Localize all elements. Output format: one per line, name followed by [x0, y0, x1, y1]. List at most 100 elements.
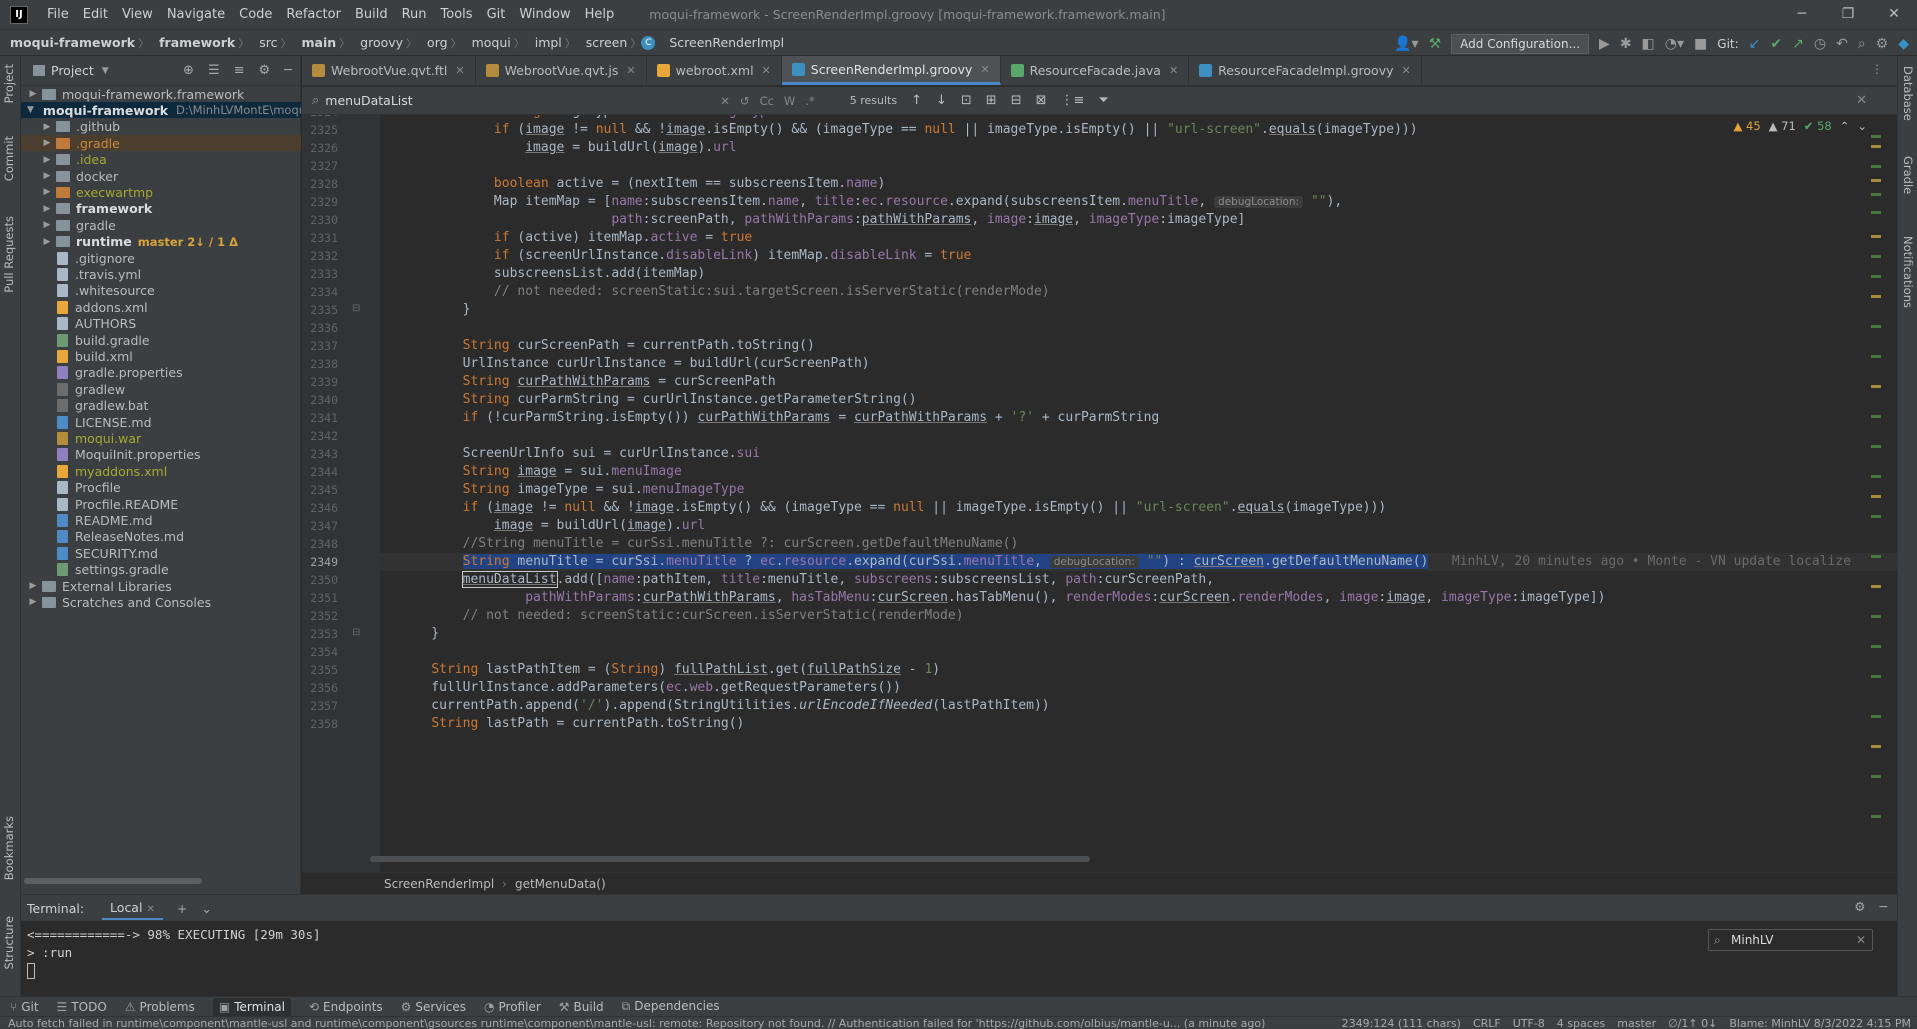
code-line[interactable]: if (!curParmString.isEmpty()) curPathWit…: [400, 409, 1160, 427]
menu-build[interactable]: Build: [348, 7, 395, 22]
close-icon[interactable]: ✕: [1871, 0, 1917, 29]
code-line[interactable]: image = buildUrl(image).url: [400, 517, 705, 535]
tree-item[interactable]: SECURITY.md: [21, 545, 301, 561]
tool-tab-build[interactable]: ⚒ Build: [559, 1000, 604, 1014]
menu-refactor[interactable]: Refactor: [279, 7, 348, 22]
menu-file[interactable]: File: [40, 7, 76, 22]
tree-item[interactable]: .gitignore: [21, 250, 301, 266]
close-icon[interactable]: ✕: [980, 63, 989, 76]
chevron-down-icon[interactable]: ▼: [27, 105, 34, 115]
error-stripe-mark[interactable]: [1871, 515, 1881, 518]
error-stripe-mark[interactable]: [1871, 255, 1881, 258]
pull-requests-tool-tab[interactable]: Pull Requests: [2, 216, 16, 293]
tree-item[interactable]: ▶ Scratches and Consoles: [21, 594, 301, 610]
chevron-right-icon[interactable]: ▶: [41, 155, 53, 165]
code-line[interactable]: if (image != null && !image.isEmpty() &&…: [400, 121, 1418, 139]
menu-view[interactable]: View: [115, 7, 160, 22]
error-stripe-mark[interactable]: [1871, 675, 1881, 678]
menu-window[interactable]: Window: [512, 7, 577, 22]
code-line[interactable]: boolean active = (nextItem == subscreens…: [400, 175, 885, 193]
tree-item[interactable]: moqui.war: [21, 430, 301, 446]
debug-icon[interactable]: ✱: [1620, 36, 1632, 52]
code-line[interactable]: path:screenPath, pathWithParams:pathWith…: [400, 211, 1245, 229]
tree-item[interactable]: README.md: [21, 512, 301, 528]
database-tool-tab[interactable]: Database: [1901, 66, 1915, 121]
error-stripe-mark[interactable]: [1871, 585, 1881, 588]
tree-item[interactable]: ▼ moqui-framework D:\MinhLVMontE\moqui: [21, 102, 301, 119]
open-in-window-icon[interactable]: ⊡: [961, 93, 972, 108]
regex-toggle[interactable]: .*: [805, 94, 814, 108]
remove-selection-icon[interactable]: ⊟: [1011, 93, 1022, 108]
error-stripe-mark[interactable]: [1871, 355, 1881, 358]
tool-tab-dependencies[interactable]: ⧉ Dependencies: [622, 999, 720, 1014]
gear-icon[interactable]: ⚙: [259, 63, 271, 78]
error-stripe-mark[interactable]: [1871, 745, 1881, 748]
error-stripe-mark[interactable]: [1871, 385, 1881, 388]
git-rollback-icon[interactable]: ↶: [1836, 36, 1848, 52]
code-line[interactable]: currentPath.append('/').append(StringUti…: [400, 697, 1049, 715]
chevron-up-icon[interactable]: ⌃: [1840, 119, 1850, 133]
code-line[interactable]: String imageType = sui.menuImageType: [400, 481, 745, 499]
breadcrumb-class[interactable]: ScreenRenderImpl: [384, 877, 494, 891]
coverage-icon[interactable]: ◧: [1642, 36, 1655, 52]
chevron-down-icon[interactable]: ▼: [102, 66, 109, 76]
tree-item[interactable]: AUTHORS: [21, 316, 301, 332]
menu-run[interactable]: Run: [395, 7, 434, 22]
code-line[interactable]: // not needed: screenStatic:curScreen.is…: [400, 607, 964, 625]
next-occurrence-icon[interactable]: ↓: [936, 93, 947, 108]
chevron-right-icon[interactable]: ▶: [41, 220, 53, 230]
tree-item[interactable]: Procfile.README: [21, 496, 301, 512]
settings-gear-icon[interactable]: ⚙: [1876, 36, 1889, 52]
error-stripe-mark[interactable]: [1871, 475, 1881, 478]
code-line[interactable]: String menuTitle = curSsi.menuTitle ? ec…: [400, 553, 1851, 571]
error-stripe-mark[interactable]: [1871, 715, 1881, 718]
status-item[interactable]: master: [1617, 1017, 1656, 1029]
error-stripe-mark[interactable]: [1871, 135, 1881, 138]
breadcrumb-method[interactable]: getMenuData(): [515, 877, 606, 891]
previous-occurrence-icon[interactable]: ↑: [911, 93, 922, 108]
editor-tab[interactable]: webroot.xml ✕: [647, 56, 782, 85]
editor-tab[interactable]: WebrootVue.qvt.js ✕: [476, 56, 647, 85]
minimize-icon[interactable]: ─: [1779, 0, 1825, 29]
code-line[interactable]: //String menuTitle = curSsi.menuTitle ?:…: [400, 535, 1019, 553]
error-stripe-mark[interactable]: [1871, 235, 1881, 238]
code-line[interactable]: pathWithParams:curPathWithParams, hasTab…: [400, 589, 1605, 607]
build-hammer-icon[interactable]: ⚒: [1429, 36, 1442, 52]
close-icon[interactable]: ✕: [762, 64, 771, 77]
tree-item[interactable]: build.xml: [21, 348, 301, 364]
filter-icon[interactable]: ⏷: [1098, 93, 1108, 108]
close-icon[interactable]: ✕: [1856, 930, 1866, 950]
tree-item[interactable]: ReleaseNotes.md: [21, 529, 301, 545]
error-stripe-mark[interactable]: [1871, 555, 1881, 558]
bookmarks-tool-tab[interactable]: Bookmarks: [2, 816, 16, 880]
tree-item[interactable]: gradlew: [21, 381, 301, 397]
tree-item[interactable]: build.gradle: [21, 332, 301, 348]
menu-navigate[interactable]: Navigate: [160, 7, 232, 22]
status-item[interactable]: ∅/1↑ 0↓: [1668, 1017, 1717, 1029]
expand-all-icon[interactable]: ☰: [208, 63, 220, 78]
git-push-icon[interactable]: ↗: [1792, 36, 1804, 52]
tree-item[interactable]: ▶ framework: [21, 201, 301, 217]
breadcrumb-item[interactable]: groovy: [350, 35, 406, 50]
tree-item[interactable]: gradlew.bat: [21, 398, 301, 414]
match-case-toggle[interactable]: Cc: [760, 94, 774, 108]
editor-gutter[interactable]: 2324 2325 2326 2327 2328 2329 2330 2331 2332 2333…: [302, 115, 380, 872]
gear-icon[interactable]: ⚙: [1854, 899, 1865, 914]
error-stripe-mark[interactable]: [1871, 179, 1881, 182]
git-commit-icon[interactable]: ✔: [1770, 36, 1782, 52]
breadcrumb-item[interactable]: src: [249, 35, 280, 50]
code-line[interactable]: if (screenUrlInstance.disableLink) itemM…: [400, 247, 971, 265]
history-icon[interactable]: ↺: [740, 94, 750, 108]
code-line[interactable]: ScreenUrlInfo sui = curUrlInstance.sui: [400, 445, 760, 463]
terminal-tab-local[interactable]: Local ✕: [102, 897, 163, 920]
hide-icon[interactable]: ─: [284, 63, 292, 78]
tree-item[interactable]: ▶ .idea: [21, 152, 301, 168]
new-terminal-icon[interactable]: +: [177, 901, 187, 916]
code-line[interactable]: Map itemMap = [name:subscreensItem.name,…: [400, 193, 1342, 211]
commit-tool-tab[interactable]: Commit: [2, 136, 16, 181]
chevron-down-icon[interactable]: ⌄: [201, 901, 211, 916]
more-tabs-icon[interactable]: ⋮: [1857, 56, 1897, 85]
profile-icon[interactable]: ◔▾: [1665, 36, 1684, 52]
error-stripe-mark[interactable]: [1871, 415, 1881, 418]
tree-item[interactable]: gradle.properties: [21, 365, 301, 381]
